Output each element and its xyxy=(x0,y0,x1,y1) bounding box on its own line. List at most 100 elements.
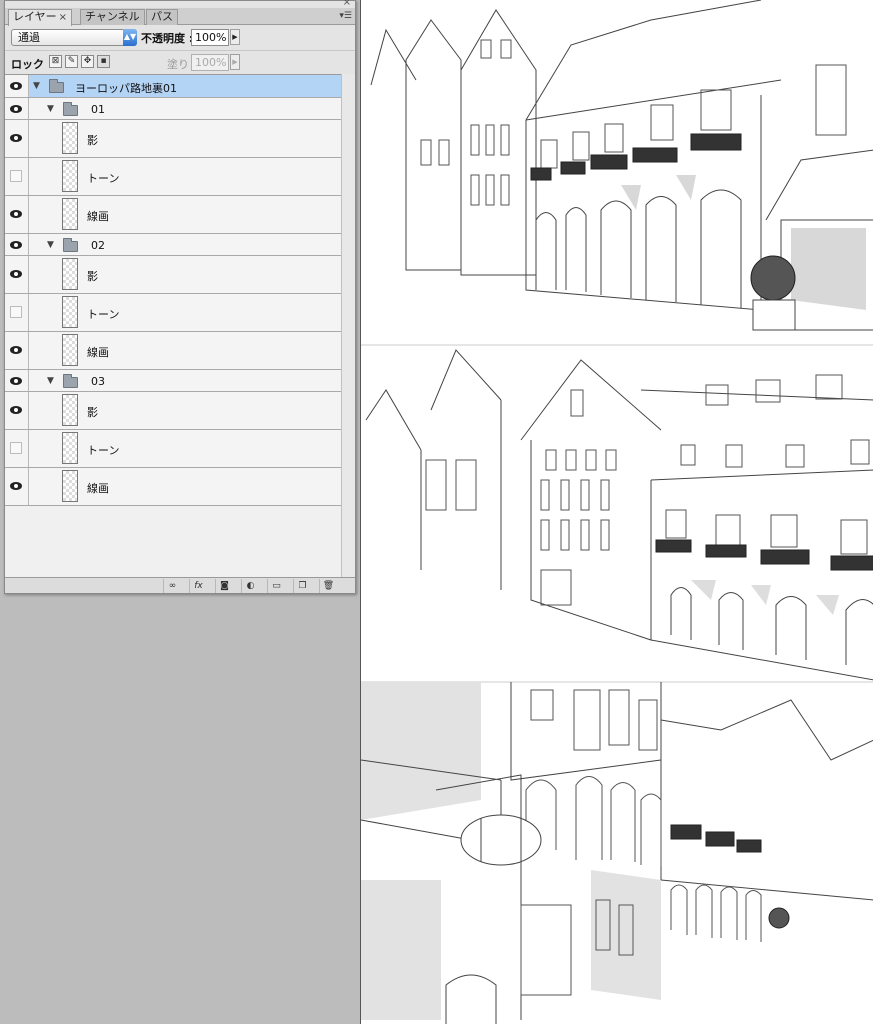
lock-row: ロック : ⊠ ✎ ✥ ▪ 塗り : 100% ▶ xyxy=(5,50,355,72)
fill-value: 100% xyxy=(195,56,227,69)
layer-thumbnail xyxy=(62,334,78,366)
tab-paths-label: パス xyxy=(151,10,173,23)
layer-row-root-group[interactable]: ▼ ヨーロッパ路地裏01 xyxy=(5,75,341,98)
visibility-cell[interactable] xyxy=(5,468,29,505)
visibility-cell[interactable] xyxy=(5,294,29,331)
visibility-cell[interactable] xyxy=(5,75,29,97)
layer-row[interactable]: トーン xyxy=(5,294,341,332)
eye-icon[interactable] xyxy=(10,406,22,414)
layer-name: 03 xyxy=(91,375,105,388)
lock-move-icon[interactable]: ✥ xyxy=(81,55,94,68)
document-canvas[interactable] xyxy=(360,0,873,1024)
panel-menu-icon[interactable]: ▾☰ xyxy=(339,11,352,21)
eye-icon[interactable] xyxy=(10,377,22,385)
layer-thumbnail xyxy=(62,296,78,328)
new-layer-icon[interactable]: ❐ xyxy=(293,579,311,593)
eye-icon[interactable] xyxy=(10,270,22,278)
eye-icon[interactable] xyxy=(10,134,22,142)
canvas-artwork xyxy=(361,0,873,1024)
lock-brush-icon[interactable]: ✎ xyxy=(65,55,78,68)
mask-icon[interactable]: ◙ xyxy=(215,579,233,593)
artwork-panel-3 xyxy=(361,681,873,1024)
layer-row[interactable]: トーン xyxy=(5,430,341,468)
fx-icon[interactable]: fx xyxy=(189,579,207,593)
triangle-down-icon[interactable]: ▼ xyxy=(33,81,40,91)
visibility-cell[interactable] xyxy=(5,332,29,369)
panel-tabs: レイヤー × チャンネル パス ▾☰ xyxy=(5,8,355,26)
layer-name: 影 xyxy=(87,134,98,147)
layer-name: トーン xyxy=(87,308,120,321)
layer-row[interactable]: 線画 xyxy=(5,468,341,506)
visibility-cell[interactable] xyxy=(5,256,29,293)
layer-row-group-01[interactable]: ▼ 01 xyxy=(5,98,341,120)
hidden-eye-box-icon[interactable] xyxy=(10,306,22,318)
layer-name: 線画 xyxy=(87,482,109,495)
tab-layers[interactable]: レイヤー × xyxy=(8,9,73,26)
lock-transparent-icon[interactable]: ⊠ xyxy=(49,55,62,68)
layer-thumbnail xyxy=(62,258,78,290)
layer-thumbnail xyxy=(62,394,78,426)
layer-name: トーン xyxy=(87,444,120,457)
tab-close-icon[interactable]: × xyxy=(59,12,67,23)
visibility-cell[interactable] xyxy=(5,392,29,429)
tab-channels[interactable]: チャンネル xyxy=(80,9,145,25)
eye-icon[interactable] xyxy=(10,482,22,490)
layer-thumbnail xyxy=(62,160,78,192)
layer-name: 線画 xyxy=(87,346,109,359)
hidden-eye-box-icon[interactable] xyxy=(10,442,22,454)
visibility-cell[interactable] xyxy=(5,370,29,391)
eye-icon[interactable] xyxy=(10,105,22,113)
opacity-slider-arrow-icon[interactable]: ▶ xyxy=(230,29,240,45)
layer-row[interactable]: トーン xyxy=(5,158,341,196)
eye-icon[interactable] xyxy=(10,210,22,218)
visibility-cell[interactable] xyxy=(5,120,29,157)
layer-row[interactable]: 線画 xyxy=(5,332,341,370)
fill-input[interactable]: 100% xyxy=(191,54,229,71)
triangle-down-icon[interactable]: ▼ xyxy=(47,376,54,386)
lock-label: ロック : xyxy=(11,58,53,71)
visibility-cell[interactable] xyxy=(5,196,29,233)
artwork-panel-2 xyxy=(361,344,873,681)
layer-name: 線画 xyxy=(87,210,109,223)
layer-row-group-03[interactable]: ▼ 03 xyxy=(5,370,341,392)
opacity-label: 不透明度 : xyxy=(141,32,194,45)
triangle-down-icon[interactable]: ▼ xyxy=(47,104,54,114)
trash-icon[interactable]: 🗑 xyxy=(319,579,337,593)
panel-bottom-bar: ∞ fx ◙ ◐ ▭ ❐ 🗑 xyxy=(5,577,355,593)
fill-slider-arrow-icon[interactable]: ▶ xyxy=(230,54,240,70)
opacity-input[interactable]: 100% xyxy=(191,29,229,46)
layer-thumbnail xyxy=(62,198,78,230)
new-group-icon[interactable]: ▭ xyxy=(267,579,285,593)
lock-all-icon[interactable]: ▪ xyxy=(97,55,110,68)
hidden-eye-box-icon[interactable] xyxy=(10,170,22,182)
visibility-cell[interactable] xyxy=(5,430,29,467)
visibility-cell[interactable] xyxy=(5,158,29,195)
visibility-cell[interactable] xyxy=(5,234,29,255)
layer-row[interactable]: 線画 xyxy=(5,196,341,234)
triangle-down-icon[interactable]: ▼ xyxy=(47,240,54,250)
tab-channels-label: チャンネル xyxy=(85,10,140,23)
folder-icon xyxy=(63,238,78,252)
layer-name: 影 xyxy=(87,406,98,419)
layer-row[interactable]: 影 xyxy=(5,256,341,294)
layer-thumbnail xyxy=(62,122,78,154)
blend-mode-select[interactable]: 通過 ▲▼ xyxy=(11,29,137,46)
layer-list: ▼ ヨーロッパ路地裏01 ▼ 01 影 トーン 線画 ▼ 02 影 トーン 線画… xyxy=(5,74,341,577)
layer-row[interactable]: 影 xyxy=(5,120,341,158)
eye-icon[interactable] xyxy=(10,346,22,354)
layer-row-group-02[interactable]: ▼ 02 xyxy=(5,234,341,256)
visibility-cell[interactable] xyxy=(5,98,29,119)
close-icon[interactable]: × xyxy=(343,0,351,8)
blend-mode-value: 通過 xyxy=(18,31,40,44)
chevron-updown-icon[interactable]: ▲▼ xyxy=(123,29,137,46)
folder-icon xyxy=(63,102,78,116)
eye-icon[interactable] xyxy=(10,241,22,249)
layer-list-scrollbar[interactable] xyxy=(341,74,355,577)
link-icon[interactable]: ∞ xyxy=(163,579,181,593)
tab-paths[interactable]: パス xyxy=(146,9,178,25)
layers-panel: × レイヤー × チャンネル パス ▾☰ 通過 ▲▼ 不透明度 : 100% ▶ … xyxy=(4,0,356,594)
eye-icon[interactable] xyxy=(10,82,22,90)
layer-row[interactable]: 影 xyxy=(5,392,341,430)
layer-thumbnail xyxy=(62,470,78,502)
adjustment-icon[interactable]: ◐ xyxy=(241,579,259,593)
